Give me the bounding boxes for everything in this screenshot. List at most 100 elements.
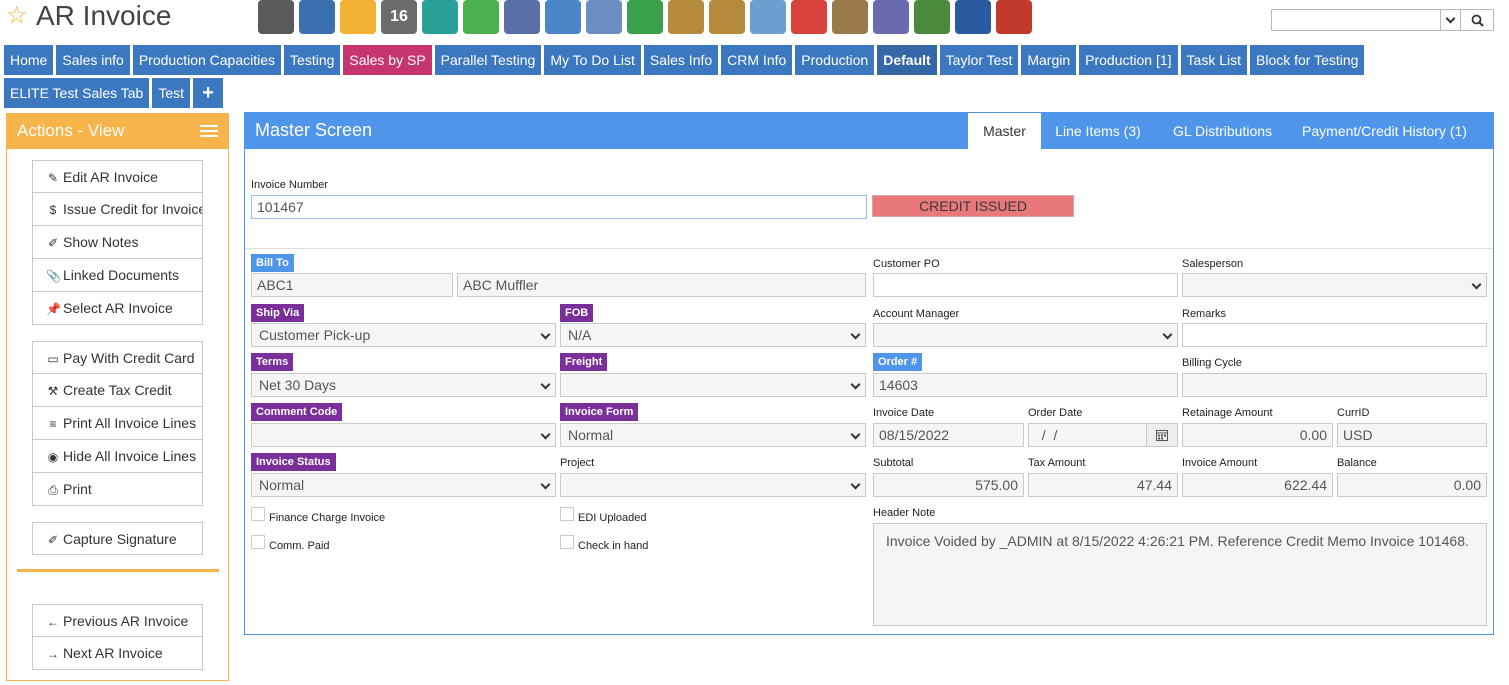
terms-value: Net 30 Days	[259, 377, 337, 393]
check-in-hand-checkbox[interactable]	[560, 535, 574, 549]
checkmark-icon[interactable]	[463, 0, 499, 34]
invoice-form-select[interactable]: Normal	[560, 423, 866, 447]
invoice-amount-field[interactable]: 622.44	[1182, 473, 1333, 497]
invoice-number-field[interactable]: 101467	[251, 195, 867, 219]
previous-ar-invoice-button[interactable]: ← Previous AR Invoice	[32, 604, 203, 637]
tab-elite-test-sales-tab[interactable]: ELITE Test Sales Tab	[4, 78, 150, 108]
dashboard-tabs: Home Sales info Production Capacities Testi…	[4, 45, 1384, 108]
tab-sales-by-sp[interactable]: Sales by SP	[343, 45, 432, 75]
tab-sales-info[interactable]: Sales info	[56, 45, 130, 75]
capture-signature-button[interactable]: ✐ Capture Signature	[32, 522, 203, 555]
issue-credit-for-invoice-button[interactable]: $ Issue Credit for Invoice	[32, 193, 203, 226]
tab-payment-credit-history[interactable]: Payment/Credit History (1)	[1292, 113, 1477, 149]
linked-documents-button[interactable]: 📎 Linked Documents	[32, 259, 203, 292]
tab-home[interactable]: Home	[4, 45, 54, 75]
action-group-print: ▭ Pay With Credit Card ⚒ Create Tax Credit ≡…	[32, 341, 203, 506]
action-icon: →	[47, 647, 59, 661]
document-icon[interactable]	[832, 0, 868, 34]
add-tab-button[interactable]: +	[193, 78, 224, 108]
currid-field[interactable]: USD	[1337, 423, 1487, 447]
finance-charge-checkbox[interactable]	[251, 507, 265, 521]
weather-icon[interactable]	[340, 0, 376, 34]
comment-code-select[interactable]	[251, 423, 556, 447]
user-icon[interactable]	[299, 0, 335, 34]
tab-crm-info[interactable]: CRM Info	[721, 45, 793, 75]
action-label: Show Notes	[63, 234, 139, 250]
create-tax-credit-button[interactable]: ⚒ Create Tax Credit	[32, 374, 203, 407]
edit-ar-invoice-button[interactable]: ✎ Edit AR Invoice	[32, 160, 203, 193]
ship-via-label: Ship Via	[251, 304, 305, 322]
actions-header: Actions - View	[7, 114, 228, 149]
action-icon: ✐	[47, 533, 59, 547]
hamburger-menu-icon[interactable]	[200, 125, 218, 137]
clock-icon[interactable]	[422, 0, 458, 34]
bank-icon[interactable]	[258, 0, 294, 34]
account-manager-select[interactable]	[873, 323, 1178, 347]
tab-block-for-testing[interactable]: Block for Testing	[1250, 45, 1365, 75]
tab-my-to-do-list[interactable]: My To Do List	[544, 45, 641, 75]
bill-to-name-field[interactable]: ABC Muffler	[457, 273, 866, 297]
fob-select[interactable]: N/A	[560, 323, 866, 347]
header-note-textarea[interactable]: Invoice Voided by _ADMIN at 8/15/2022 4:…	[873, 523, 1487, 626]
tab-sales-info[interactable]: Sales Info	[643, 45, 719, 75]
balance-field[interactable]: 0.00	[1337, 473, 1487, 497]
hide-all-invoice-lines-button[interactable]: ◉ Hide All Invoice Lines	[32, 440, 203, 473]
subtotal-field[interactable]: 575.00	[873, 473, 1024, 497]
tab-taylor-test[interactable]: Taylor Test	[939, 45, 1019, 75]
retainage-amount-field[interactable]: 0.00	[1182, 423, 1333, 447]
freight-select[interactable]	[560, 373, 866, 397]
invoice-date-field[interactable]: 08/15/2022	[873, 423, 1024, 447]
tab-default[interactable]: Default	[877, 45, 937, 75]
invoice-status-select[interactable]: Normal	[251, 473, 556, 497]
factory-icon[interactable]	[996, 0, 1032, 34]
tab-task-list[interactable]: Task List	[1180, 45, 1247, 75]
search-input[interactable]	[1271, 9, 1441, 31]
tab-line-items[interactable]: Line Items (3)	[1043, 113, 1153, 149]
favorite-star-icon[interactable]: ☆	[6, 2, 28, 30]
calendar-icon[interactable]	[1146, 423, 1178, 447]
print-button[interactable]: ⎙ Print	[32, 473, 203, 506]
customer-po-field[interactable]	[873, 273, 1178, 297]
tab-margin[interactable]: Margin	[1021, 45, 1077, 75]
tab-production-capacities[interactable]: Production Capacities	[132, 45, 282, 75]
print-all-invoice-lines-button[interactable]: ≡ Print All Invoice Lines	[32, 407, 203, 440]
remarks-field[interactable]	[1182, 323, 1487, 347]
hand-money-icon[interactable]	[750, 0, 786, 34]
edi-uploaded-checkbox[interactable]	[560, 507, 574, 521]
search-button[interactable]	[1461, 9, 1494, 31]
select-ar-invoice-button[interactable]: 📌 Select AR Invoice	[32, 292, 203, 325]
next-ar-invoice-button[interactable]: → Next AR Invoice	[32, 637, 203, 670]
list-box-icon[interactable]	[504, 0, 540, 34]
chevron-down-icon	[1445, 13, 1456, 23]
order-number-field[interactable]: 14603	[873, 373, 1178, 397]
chevron-down-icon	[540, 379, 551, 390]
tab-gl-distributions[interactable]: GL Distributions	[1160, 113, 1285, 149]
tab-production[interactable]: Production	[795, 45, 875, 75]
salesperson-select[interactable]	[1182, 273, 1487, 297]
magnifier-icon[interactable]	[545, 0, 581, 34]
pencil-icon[interactable]	[873, 0, 909, 34]
project-select[interactable]	[560, 473, 866, 497]
calendar-icon[interactable]: 16	[381, 0, 417, 34]
terms-select[interactable]: Net 30 Days	[251, 373, 556, 397]
show-notes-button[interactable]: ✐ Show Notes	[32, 226, 203, 259]
download-box-icon[interactable]	[668, 0, 704, 34]
search-dropdown-button[interactable]	[1441, 9, 1461, 31]
cash-icon[interactable]	[914, 0, 950, 34]
tab-parallel-testing[interactable]: Parallel Testing	[434, 45, 542, 75]
basket-icon[interactable]	[627, 0, 663, 34]
tax-amount-field[interactable]: 47.44	[1028, 473, 1178, 497]
tab-master[interactable]: Master	[968, 113, 1041, 149]
pay-with-credit-card-button[interactable]: ▭ Pay With Credit Card	[32, 341, 203, 374]
tab-production-1[interactable]: Production [1]	[1079, 45, 1178, 75]
tab-testing[interactable]: Testing	[284, 45, 341, 75]
upload-box-icon[interactable]	[709, 0, 745, 34]
bill-to-code-field[interactable]: ABC1	[251, 273, 453, 297]
bus-icon[interactable]	[586, 0, 622, 34]
dollar-speech-icon[interactable]	[791, 0, 827, 34]
comm-paid-checkbox[interactable]	[251, 535, 265, 549]
phone-icon[interactable]	[955, 0, 991, 34]
ship-via-select[interactable]: Customer Pick-up	[251, 323, 556, 347]
tab-test[interactable]: Test	[152, 78, 191, 108]
billing-cycle-field[interactable]	[1182, 373, 1487, 397]
